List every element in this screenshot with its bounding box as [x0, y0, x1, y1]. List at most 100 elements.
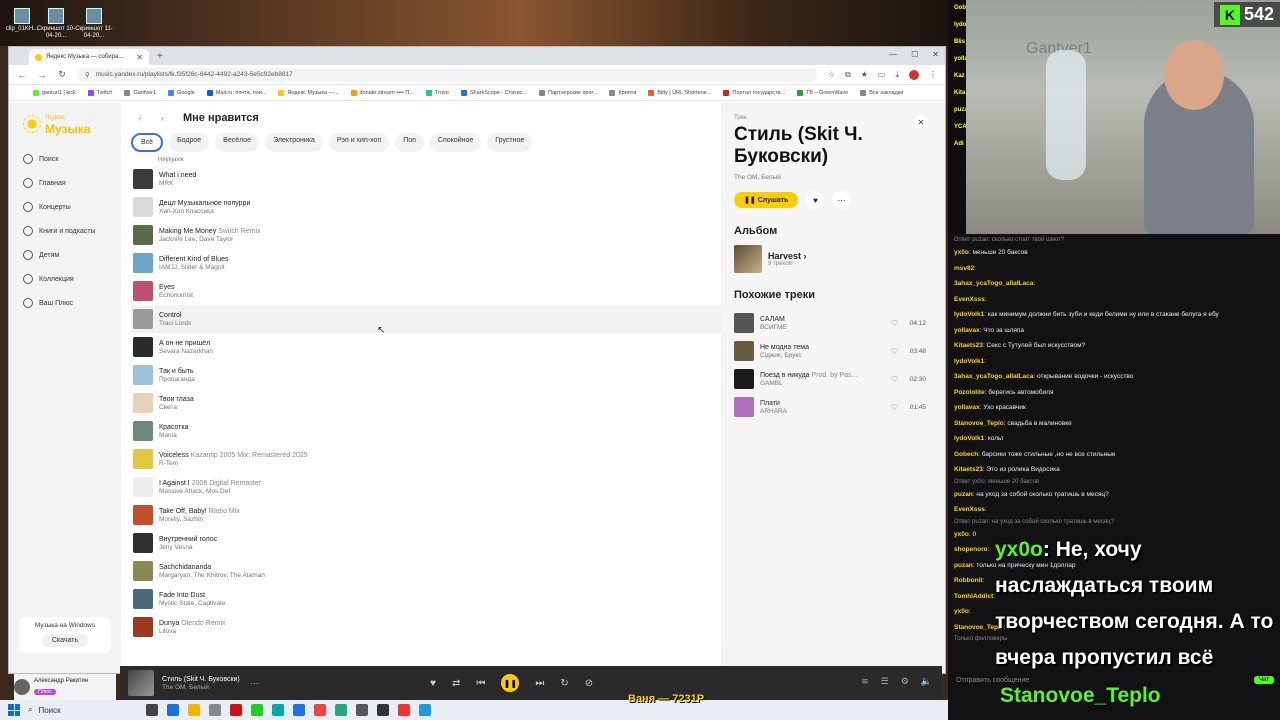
track-row[interactable]: What i need MRK: [131, 165, 721, 193]
taskbar-app-icon[interactable]: [398, 704, 410, 716]
taskbar-app-icon[interactable]: [167, 704, 179, 716]
filter-chip[interactable]: Спокойное: [429, 133, 482, 152]
bookmark-item[interactable]: Mail.ru: почта, пои...: [206, 89, 266, 96]
track-title[interactable]: Different Kind of Blues: [159, 256, 229, 263]
track-row[interactable]: Fade Into Dust Mystic State, Captivate: [131, 585, 721, 613]
track-row[interactable]: Красотка Mania: [131, 417, 721, 445]
profile-avatar[interactable]: [909, 69, 919, 80]
track-artist[interactable]: MRK: [159, 180, 196, 187]
track-row[interactable]: Making Me Money Switch Remix Jacknife Lee…: [131, 221, 721, 249]
chat-username[interactable]: yx0o: [954, 531, 969, 538]
bookmark-item[interactable]: TB – GreenWave: [797, 89, 848, 96]
filter-chip-all[interactable]: Всё: [131, 133, 164, 152]
track-artist[interactable]: Света: [159, 404, 194, 411]
track-artist[interactable]: Traci Lords: [159, 320, 191, 327]
filter-chip[interactable]: Весёлое: [215, 133, 260, 152]
similar-track-row[interactable]: Не модна тема Сіджик, Брукс ♡ 03:48: [734, 337, 926, 365]
taskbar-search[interactable]: ⌕ Поиск: [28, 705, 138, 715]
taskbar-app-icon[interactable]: [314, 704, 326, 716]
site-info-icon[interactable]: ⚲: [85, 71, 90, 79]
track-title[interactable]: Control: [159, 312, 191, 319]
chat-username[interactable]: yx0o: [954, 608, 969, 615]
chat-send-button[interactable]: Чат: [1254, 676, 1274, 684]
track-cover[interactable]: [133, 589, 153, 609]
track-artists[interactable]: The OM, Белый: [734, 174, 926, 181]
track-row[interactable]: Dunya Olendo Remix Lilova: [131, 613, 721, 641]
forward-icon[interactable]: →: [37, 70, 47, 80]
next-icon[interactable]: ⏭: [535, 678, 544, 689]
shuffle-icon[interactable]: ⇄: [452, 678, 460, 689]
taskbar-app-icon[interactable]: [188, 704, 200, 716]
sidebar-item-kids[interactable]: Детям: [23, 243, 96, 267]
chat-username[interactable]: msv82: [954, 265, 974, 272]
similar-track-artist[interactable]: ВСИГМЕ: [760, 324, 860, 331]
filter-chip[interactable]: Бодрое: [169, 133, 210, 152]
new-tab-icon[interactable]: +: [157, 51, 163, 62]
track-row[interactable]: Take Off, Baby! Radio Mix Morelly, Sazhin: [131, 501, 721, 529]
all-bookmarks-folder[interactable]: Все закладки: [860, 89, 903, 96]
bookmark-item[interactable]: Trovo: [425, 89, 449, 96]
track-artist[interactable]: Lilova: [159, 628, 226, 635]
chat-username[interactable]: Pozololite: [954, 389, 985, 396]
track-cover[interactable]: [133, 617, 153, 637]
track-cover[interactable]: [133, 169, 153, 189]
taskbar-app-icon[interactable]: [293, 704, 305, 716]
like-icon[interactable]: ♥: [430, 678, 436, 689]
track-title[interactable]: Твои глаза: [159, 396, 194, 403]
track-row[interactable]: Децл Музыкальное попурри Хип-Хоп Классик…: [131, 193, 721, 221]
listen-button[interactable]: ❚❚ Слушать: [734, 192, 799, 208]
more-button[interactable]: ⋯: [832, 191, 851, 209]
track-cover[interactable]: [133, 449, 153, 469]
chat-username[interactable]: EvenXsss: [954, 296, 985, 303]
taskbar-app-icon[interactable]: [335, 704, 347, 716]
track-title[interactable]: I Against I 2006 Digital Remaster: [159, 480, 261, 487]
album-card[interactable]: Harvest › 9 треков: [734, 245, 926, 273]
track-cover[interactable]: [133, 393, 153, 413]
track-title[interactable]: Fade Into Dust: [159, 592, 225, 599]
sidebar-item-search[interactable]: Поиск: [23, 147, 96, 171]
track-row[interactable]: А он не пришёл Sevara Nazarkhan: [131, 333, 721, 361]
track-cover[interactable]: [133, 561, 153, 581]
track-row[interactable]: Voiceless Kazantip 2005 Mix; Remastered …: [131, 445, 721, 473]
extensions-icon[interactable]: ⧉: [845, 70, 851, 80]
taskbar-app-icon[interactable]: [356, 704, 368, 716]
similar-track-cover[interactable]: [734, 313, 754, 333]
url-input[interactable]: ⚲ music.yandex.ru/playlists/lk.f35f26c-8…: [77, 67, 818, 82]
tab-yandex-music[interactable]: Яндекс Музыка — собира... ✕: [29, 49, 149, 65]
track-artist[interactable]: Хип-Хоп Классика: [159, 208, 250, 215]
bookmark-star-icon[interactable]: ☆: [828, 70, 835, 79]
track-title[interactable]: Dunya Olendo Remix: [159, 620, 226, 627]
chat-username[interactable]: lydoVolk1: [954, 435, 984, 442]
now-playing-cover[interactable]: [128, 670, 154, 696]
user-profile[interactable]: Александр Ракитин Плюс: [14, 674, 116, 700]
reload-icon[interactable]: ↻: [57, 69, 67, 80]
similar-track-row[interactable]: Поезд в никуда Prod. by Pas... GAMBL ♡ 02:3…: [734, 365, 926, 393]
bookmark-folder[interactable]: Крипта: [609, 89, 636, 96]
track-title[interactable]: Voiceless Kazantip 2005 Mix; Remastered …: [159, 452, 308, 459]
taskbar-app-icon[interactable]: [272, 704, 284, 716]
track-row[interactable]: Eyes Echonomist: [131, 277, 721, 305]
filter-chip[interactable]: Грустное: [487, 133, 533, 152]
track-artist[interactable]: IAMJJ, Slider & Magnit: [159, 264, 229, 271]
window-close-icon[interactable]: ✕: [932, 50, 939, 59]
similar-track-artist[interactable]: GAMBL: [760, 380, 860, 387]
track-row[interactable]: I Against I 2006 Digital Remaster Massive…: [131, 473, 721, 501]
track-title[interactable]: Внутренний голос: [159, 536, 217, 543]
now-playing-title[interactable]: Стиль (Skit Ч. Буковски): [162, 676, 240, 683]
track-artist[interactable]: Morelly, Sazhin: [159, 516, 240, 523]
heart-icon[interactable]: ♡: [891, 347, 898, 356]
track-cover[interactable]: [133, 365, 153, 385]
track-artist[interactable]: Пропаганда: [159, 376, 195, 383]
back-icon[interactable]: ←: [17, 70, 27, 80]
track-title[interactable]: Making Me Money Switch Remix: [159, 228, 261, 235]
track-cover[interactable]: [133, 197, 153, 217]
taskbar-app-icon[interactable]: [251, 704, 263, 716]
track-cover[interactable]: [133, 309, 153, 329]
bookmark-item[interactable]: Google: [168, 89, 195, 96]
taskbar-app-icon[interactable]: [146, 704, 158, 716]
track-cover[interactable]: [133, 477, 153, 497]
track-title[interactable]: Красотка: [159, 424, 189, 431]
track-title[interactable]: What i need: [159, 172, 196, 179]
heart-icon[interactable]: ♡: [891, 403, 898, 412]
volume-icon[interactable]: 🔈: [921, 676, 932, 687]
